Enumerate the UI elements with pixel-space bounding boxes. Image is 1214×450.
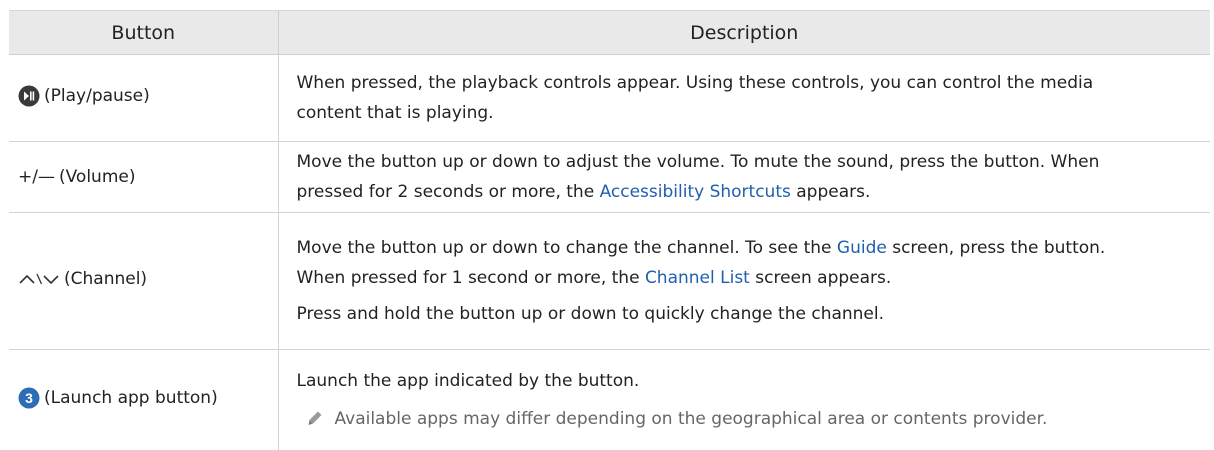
chevron-up-down-icon: [18, 270, 60, 288]
description-text: Press and hold the button up or down to …: [297, 299, 1191, 329]
description-text: content that is playing.: [297, 98, 1191, 128]
description-cell: Launch the app indicated by the button. …: [278, 350, 1210, 450]
table-row: 3 (Launch app button) Launch the app ind…: [9, 350, 1210, 450]
description-cell: When pressed, the playback controls appe…: [278, 55, 1210, 142]
description-text: Move the button up or down to adjust the…: [297, 147, 1191, 177]
description-cell: Move the button up or down to adjust the…: [278, 142, 1210, 213]
button-description-table: Button Description (Play/pause): [9, 10, 1210, 450]
button-launch-app: 3 (Launch app button): [18, 387, 218, 409]
channel-list-link[interactable]: Channel List: [645, 268, 750, 288]
svg-text:3: 3: [25, 390, 33, 406]
pencil-icon: [307, 410, 323, 428]
column-header-description: Description: [278, 11, 1210, 55]
button-label: (Play/pause): [44, 86, 150, 106]
table-row: +/— (Volume) Move the button up or down …: [9, 142, 1210, 213]
accessibility-shortcuts-link[interactable]: Accessibility Shortcuts: [600, 182, 791, 202]
button-label: (Launch app button): [44, 388, 218, 408]
guide-link[interactable]: Guide: [837, 238, 887, 258]
description-cell: Move the button up or down to change the…: [278, 213, 1210, 350]
button-description-table-container: Button Description (Play/pause): [9, 10, 1210, 450]
note-text: Available apps may differ depending on t…: [335, 404, 1048, 434]
button-cell: 3 (Launch app button): [9, 350, 278, 450]
description-text: Move the button up or down to change the…: [297, 233, 1191, 263]
column-header-button: Button: [9, 11, 278, 55]
description-text-segment: screen appears.: [750, 268, 891, 288]
description-text-segment: Move the button up or down to change the…: [297, 238, 837, 258]
description-text-segment: appears.: [791, 182, 871, 202]
description-text: Launch the app indicated by the button.: [297, 366, 1191, 396]
button-channel: (Channel): [18, 269, 147, 289]
description-text-segment: When pressed for 1 second or more, the: [297, 268, 645, 288]
number-3-badge-icon: 3: [18, 387, 40, 409]
plus-minus-symbol: +/—: [18, 167, 55, 187]
description-text-segment: pressed for 2 seconds or more, the: [297, 182, 600, 202]
description-text: pressed for 2 seconds or more, the Acces…: [297, 177, 1191, 207]
button-cell: +/— (Volume): [9, 142, 278, 213]
button-cell: (Channel): [9, 213, 278, 350]
table-header-row: Button Description: [9, 11, 1210, 55]
note: Available apps may differ depending on t…: [297, 404, 1191, 434]
button-volume: +/— (Volume): [18, 167, 135, 187]
description-text-segment: screen, press the button.: [887, 238, 1106, 258]
button-label: (Volume): [59, 167, 136, 187]
button-label: (Channel): [64, 269, 147, 289]
button-play-pause: (Play/pause): [18, 85, 150, 107]
button-cell: (Play/pause): [9, 55, 278, 142]
play-pause-icon: [18, 85, 40, 107]
table-row: (Play/pause) When pressed, the playback …: [9, 55, 1210, 142]
table-row: (Channel) Move the button up or down to …: [9, 213, 1210, 350]
description-text: When pressed for 1 second or more, the C…: [297, 263, 1191, 293]
description-text: When pressed, the playback controls appe…: [297, 68, 1191, 98]
